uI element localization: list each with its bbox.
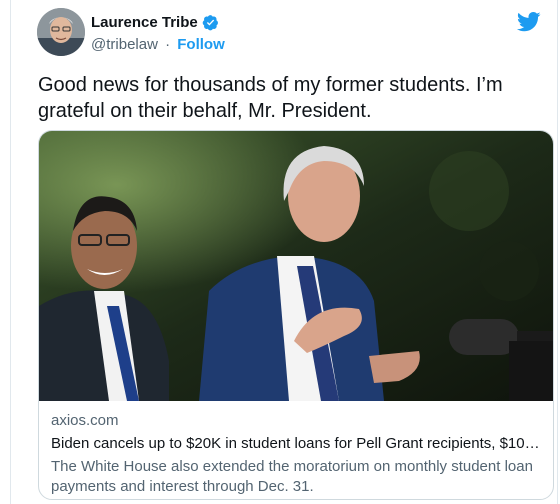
card-description: The White House also extended the morato… xyxy=(51,458,533,495)
tweet-text: Good news for thousands of my former stu… xyxy=(38,74,503,122)
card-meta: axios.com Biden cancels up to $20K in st… xyxy=(51,411,543,497)
verified-badge-icon xyxy=(202,15,218,31)
author-name[interactable]: Laurence Tribe xyxy=(91,14,198,31)
author-handle[interactable]: @tribelaw xyxy=(91,36,158,53)
article-image[interactable] xyxy=(39,131,554,401)
author-handle-row: @tribelaw · Follow xyxy=(91,36,225,53)
card-headline[interactable]: Biden cancels up to $20K in student loan… xyxy=(51,433,543,455)
follow-button[interactable]: Follow xyxy=(177,36,225,53)
link-card[interactable]: axios.com Biden cancels up to $20K in st… xyxy=(38,130,554,500)
author-name-row: Laurence Tribe xyxy=(91,14,219,31)
card-domain[interactable]: axios.com xyxy=(51,411,543,431)
separator-dot: · xyxy=(165,36,171,53)
twitter-bird-icon[interactable] xyxy=(517,12,541,32)
tweet-container: Laurence Tribe @tribelaw · Follow Good n… xyxy=(10,0,558,504)
avatar-photo xyxy=(37,8,85,56)
avatar[interactable] xyxy=(37,8,85,56)
